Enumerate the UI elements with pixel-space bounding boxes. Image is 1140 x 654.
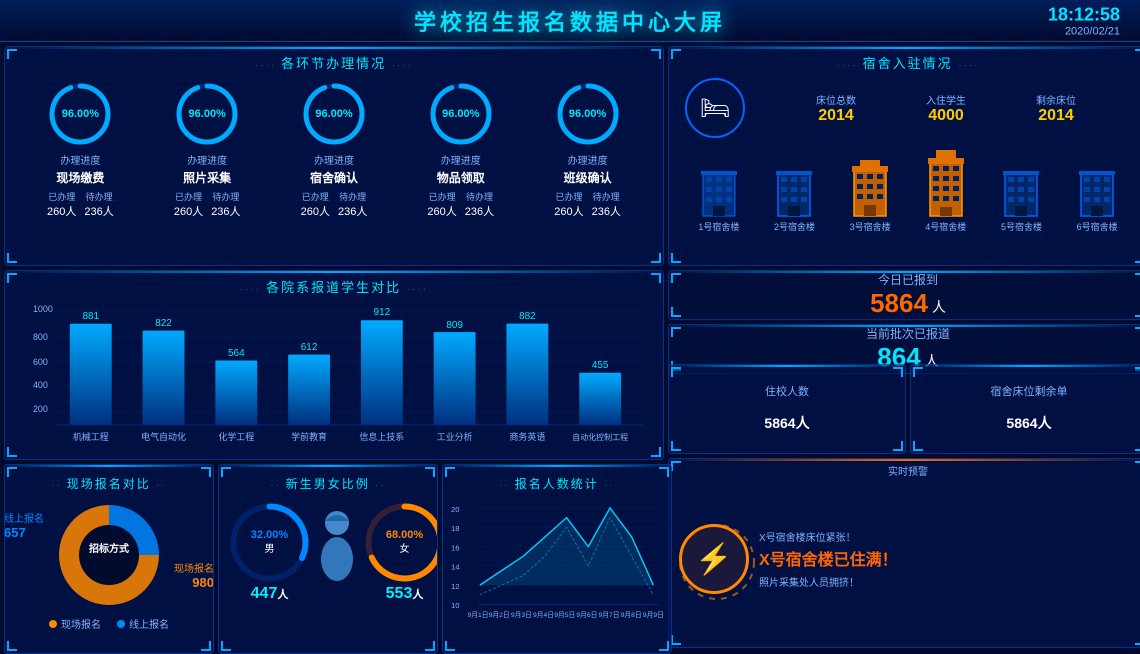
process-items: 96.00% 办理进度 现场缴费 已办理 260人 待办理 236人 — [9, 76, 659, 219]
process-item-5: 96.00% 办理进度 班级确认 已办理 260人 待办理 236人 — [533, 80, 643, 219]
svg-text:学前教育: 学前教育 — [291, 431, 327, 442]
remain-count-panel: 宿舍床位剩余单 5864人 — [910, 364, 1140, 454]
process-item-3: 96.00% 办理进度 宿舍确认 已办理 260人 待办理 236人 — [279, 80, 389, 219]
right-col: 今日已报到 5864 人 当前批次已报道 864 人 住校人数 — [668, 270, 1140, 654]
svg-text:822: 822 — [155, 318, 172, 329]
svg-text:化学工程: 化学工程 — [218, 431, 254, 442]
svg-text:9月1日: 9月1日 — [467, 611, 488, 619]
svg-text:455: 455 — [592, 360, 609, 371]
svg-text:女: 女 — [400, 542, 410, 555]
gender-panel: ·· 新生男女比例 ·· 32.00% 男 — [218, 464, 438, 654]
svg-text:912: 912 — [374, 307, 391, 318]
svg-text:9月8日: 9月8日 — [621, 611, 642, 619]
header-date: 2020/02/21 — [1048, 25, 1120, 37]
today-reported: 今日已报到 5864 人 — [668, 270, 1140, 320]
dorm-buildings: 1号宿舍楼 2号宿舍楼 — [675, 144, 1140, 237]
alert-icon-wrap: ⚡ — [679, 524, 749, 594]
svg-text:564: 564 — [228, 348, 245, 359]
bar-chart-area: 1000 800 600 400 200 881 机械工程 822 — [5, 300, 663, 455]
svg-text:招标方式: 招标方式 — [89, 542, 129, 555]
svg-text:男: 男 — [265, 543, 275, 555]
svg-text:信息上技系: 信息上技系 — [359, 431, 404, 442]
header-title: 学校招生报名数据中心大屏 — [414, 5, 726, 37]
svg-text:800: 800 — [33, 332, 48, 342]
line-chart-panel: ·· 报名人数统计 ·· 20 18 16 14 — [442, 464, 672, 654]
svg-text:9月2日: 9月2日 — [489, 611, 510, 619]
svg-text:1000: 1000 — [33, 304, 53, 314]
svg-text:400: 400 — [33, 380, 48, 390]
live-count-panel: 住校人数 5864人 — [668, 364, 906, 454]
svg-text:12: 12 — [451, 582, 460, 591]
svg-text:电气自动化: 电气自动化 — [141, 431, 186, 442]
svg-text:9月6日: 9月6日 — [576, 611, 597, 619]
svg-text:14: 14 — [451, 563, 460, 572]
pie-panel: ·· 现场报名对比 ·· 招标方式 — [4, 464, 214, 654]
svg-text:20: 20 — [451, 505, 460, 514]
bottom-left-row: ·· 现场报名对比 ·· 招标方式 — [4, 464, 664, 654]
bar-chart-panel: ···· 各院系报道学生对比 ···· 1000 800 600 400 200 — [4, 270, 664, 460]
dorm-title: ···· 宿舍入驻情况 ···· — [675, 47, 1140, 76]
svg-text:600: 600 — [33, 357, 48, 367]
svg-text:68.00%: 68.00% — [386, 529, 424, 541]
svg-text:10: 10 — [451, 601, 460, 610]
svg-text:工业分析: 工业分析 — [437, 431, 473, 442]
svg-text:商务英语: 商务英语 — [509, 431, 545, 442]
svg-text:881: 881 — [82, 311, 99, 322]
svg-text:200: 200 — [33, 404, 48, 414]
svg-text:18: 18 — [451, 524, 460, 533]
alert-text: X号宿舍楼床位紧张！ X号宿舍楼已住满！ 照片采集处人员拥挤！ — [759, 529, 1137, 589]
header-time: 18:12:58 — [1048, 4, 1120, 25]
bar-chart-title: ···· 各院系报道学生对比 ···· — [5, 271, 663, 300]
process-panel: ···· 各环节办理情况 ···· 96.00% 办理进度 现场缴费 已办理 — [4, 46, 664, 266]
svg-text:882: 882 — [519, 311, 536, 322]
process-title: ···· 各环节办理情况 ···· — [9, 47, 659, 76]
header: 学校招生报名数据中心大屏 18:12:58 2020/02/21 — [0, 0, 1140, 42]
svg-text:自动化控制工程: 自动化控制工程 — [572, 432, 628, 442]
svg-text:612: 612 — [301, 342, 318, 353]
svg-text:机械工程: 机械工程 — [73, 431, 109, 442]
alert-panel: 实时预警 ⚡ X号宿舍楼床位紧张！ X号宿舍楼已住满！ 照片采集处人员拥挤！ — [668, 458, 1140, 648]
svg-text:809: 809 — [446, 320, 463, 331]
svg-text:9月5日: 9月5日 — [554, 611, 575, 619]
process-item-4: 96.00% 办理进度 物品领取 已办理 260人 待办理 236人 — [406, 80, 516, 219]
dorm-people-row: 住校人数 5864人 宿舍床位剩余单 5864人 — [668, 364, 1140, 454]
process-item-2: 96.00% 办理进度 照片采集 已办理 260人 待办理 236人 — [152, 80, 262, 219]
header-right: 18:12:58 2020/02/21 — [1048, 4, 1120, 37]
svg-text:16: 16 — [451, 543, 460, 552]
today-panel: 今日已报到 5864 人 当前批次已报道 864 人 — [668, 270, 1140, 360]
svg-text:9月4日: 9月4日 — [533, 611, 554, 619]
dorm-panel: ···· 宿舍入驻情况 ···· 🛏 床位总数 2014 入住学生 4000 — [668, 46, 1140, 266]
svg-text:32.00%: 32.00% — [251, 529, 289, 541]
svg-text:9月7日: 9月7日 — [599, 611, 620, 619]
svg-text:9月9日: 9月9日 — [643, 611, 663, 619]
process-item-1: 96.00% 办理进度 现场缴费 已办理 260人 待办理 236人 — [25, 80, 135, 219]
svg-text:9月3日: 9月3日 — [511, 611, 532, 619]
